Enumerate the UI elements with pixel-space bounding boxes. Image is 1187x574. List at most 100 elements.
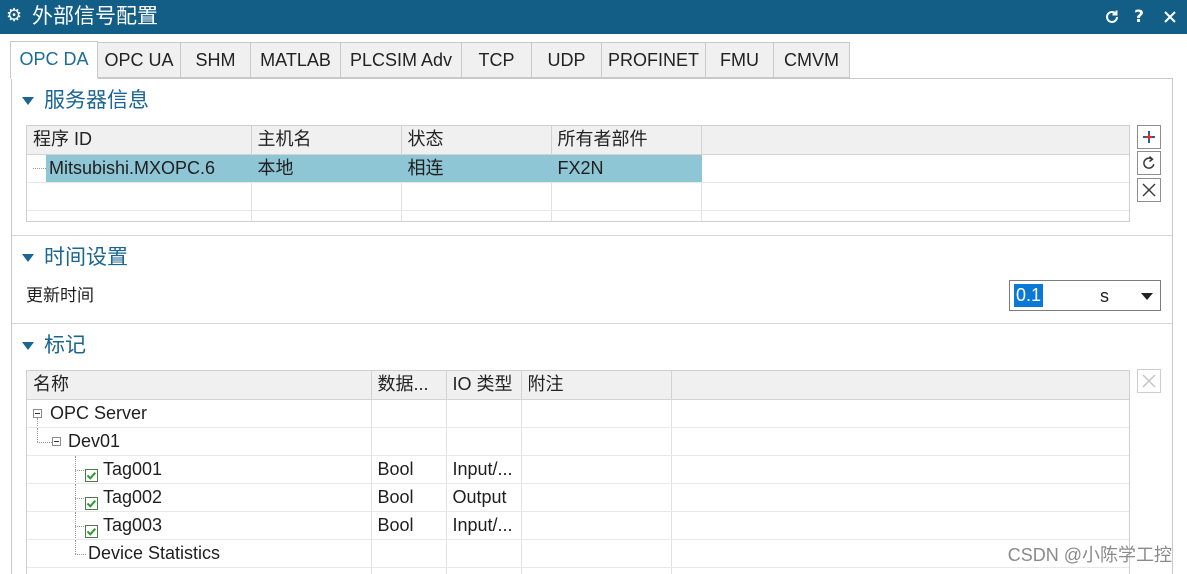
server-row[interactable]: Mitsubishi.MXOPC.6 本地 相连 FX2N <box>27 154 1129 183</box>
name-cell: Tag002 <box>27 483 372 512</box>
tree-connector <box>75 469 84 471</box>
filler-cell <box>701 154 1129 183</box>
tab-profinet[interactable]: PROFINET <box>602 42 706 78</box>
tree-connector <box>37 427 38 442</box>
node-label: Tag001 <box>103 458 163 479</box>
title-bar: ⚙ 外部信号配置 ? <box>0 0 1187 34</box>
tag-row[interactable]: Tag003 Bool Input/... <box>27 511 1129 540</box>
add-server-icon <box>1141 129 1157 145</box>
name-cell: Tag001 <box>27 455 372 484</box>
host-cell: 本地 <box>251 154 402 183</box>
tag-row[interactable]: Tag002 Bool Output <box>27 483 1129 512</box>
section-title: 时间设置 <box>44 246 128 269</box>
data-type-cell: Bool <box>371 455 447 484</box>
column-header-data-type[interactable]: 数据... <box>371 371 447 400</box>
tab-udp[interactable]: UDP <box>532 42 602 78</box>
table-header-row: 名称 数据... IO 类型 附注 <box>27 371 1129 400</box>
empty-row <box>27 210 1129 221</box>
section-title: 服务器信息 <box>44 89 149 112</box>
collapse-triangle-icon <box>22 254 34 262</box>
node-label: Device Statistics <box>88 542 221 563</box>
column-header-name[interactable]: 名称 <box>27 371 372 400</box>
tab-shm[interactable]: SHM <box>181 42 251 78</box>
column-header-comment[interactable]: 附注 <box>521 371 672 400</box>
delete-icon <box>1141 182 1157 198</box>
column-header-host[interactable]: 主机名 <box>251 126 402 155</box>
collapse-toggle-icon[interactable] <box>33 408 42 418</box>
close-icon[interactable] <box>1160 7 1180 27</box>
tag-checkbox[interactable] <box>85 463 98 482</box>
gear-icon[interactable]: ⚙ <box>6 4 22 28</box>
status-cell: 相连 <box>401 154 552 183</box>
chevron-down-icon[interactable] <box>1141 293 1153 300</box>
data-type-cell: Bool <box>371 511 447 540</box>
delete-tag-button[interactable] <box>1137 369 1161 393</box>
refresh-server-button[interactable] <box>1137 151 1161 175</box>
program-id-value: Mitsubishi.MXOPC.6 <box>46 154 250 181</box>
name-cell: OPC Server <box>27 399 372 428</box>
node-label: Tag003 <box>103 514 163 535</box>
tab-tcp[interactable]: TCP <box>462 42 532 78</box>
update-time-dropdown[interactable]: 0.1 s <box>1009 280 1161 311</box>
data-type-cell: Bool <box>371 483 447 512</box>
node-label: OPC Server <box>50 402 148 423</box>
tree-node-device-statistics[interactable]: Device Statistics <box>27 539 1129 568</box>
update-time-value[interactable]: 0.1 <box>1014 284 1044 307</box>
section-divider <box>12 235 1172 236</box>
tree-node-opc-server[interactable]: OPC Server <box>27 399 1129 428</box>
column-header-owner[interactable]: 所有者部件 <box>551 126 702 155</box>
collapse-toggle-icon[interactable] <box>52 436 61 446</box>
refresh-icon <box>1141 155 1157 171</box>
column-header-status[interactable]: 状态 <box>401 126 552 155</box>
program-id-cell: Mitsubishi.MXOPC.6 <box>27 154 252 183</box>
collapse-triangle-icon <box>22 342 34 350</box>
tab-matlab[interactable]: MATLAB <box>251 42 341 78</box>
io-type-cell: Input/... <box>446 511 522 540</box>
collapse-triangle-icon <box>22 97 34 105</box>
delete-icon <box>1141 373 1157 389</box>
refresh-icon[interactable] <box>1102 7 1122 27</box>
tag-checkbox[interactable] <box>85 491 98 510</box>
empty-row <box>27 182 1129 211</box>
update-time-unit: s <box>1100 286 1109 306</box>
tag-checkbox[interactable] <box>85 519 98 538</box>
watermark: CSDN @小陈学工控 <box>1007 545 1172 565</box>
tree-node-dev01[interactable]: Dev01 <box>27 427 1129 456</box>
tab-opc-ua[interactable]: OPC UA <box>98 42 181 78</box>
server-info-section-header[interactable]: 服务器信息 <box>18 88 238 114</box>
node-label: Dev01 <box>68 430 121 451</box>
node-label: Tag002 <box>103 486 163 507</box>
tags-section-header[interactable]: 标记 <box>18 333 238 359</box>
window-title: 外部信号配置 <box>32 5 158 28</box>
tab-opc-da[interactable]: OPC DA <box>10 41 98 79</box>
section-title: 标记 <box>44 334 86 357</box>
tab-fmu[interactable]: FMU <box>706 42 774 78</box>
comment-cell <box>521 511 672 540</box>
delete-server-button[interactable] <box>1137 178 1161 202</box>
tags-table: 名称 数据... IO 类型 附注 OPC Server Dev01 Tag00… <box>26 370 1130 574</box>
column-header-program-id[interactable]: 程序 ID <box>27 126 252 155</box>
tree-connector <box>37 441 52 443</box>
add-server-button[interactable] <box>1137 125 1161 149</box>
tag-row[interactable]: Tag001 Bool Input/... <box>27 455 1129 484</box>
column-header-filler <box>701 126 1129 155</box>
tree-connector <box>33 167 46 169</box>
tree-connector <box>37 417 38 426</box>
tab-cmvm[interactable]: CMVM <box>774 42 850 78</box>
io-type-cell: Output <box>446 483 522 512</box>
tree-connector <box>75 553 86 555</box>
update-time-label: 更新时间 <box>26 286 94 305</box>
comment-cell <box>521 455 672 484</box>
comment-cell <box>521 483 672 512</box>
tree-connector <box>75 497 84 499</box>
table-header-row: 程序 ID 主机名 状态 所有者部件 <box>27 126 1129 155</box>
tab-plcsim-adv[interactable]: PLCSIM Adv <box>341 42 462 78</box>
server-table: 程序 ID 主机名 状态 所有者部件 Mitsubishi.MXOPC.6 本地… <box>26 125 1130 222</box>
name-cell: Dev01 <box>27 427 372 456</box>
column-header-io-type[interactable]: IO 类型 <box>446 371 522 400</box>
time-settings-section-header[interactable]: 时间设置 <box>18 245 238 271</box>
help-button[interactable]: ? <box>1129 7 1149 27</box>
name-cell: Tag003 <box>27 511 372 540</box>
owner-cell: FX2N <box>551 154 702 183</box>
io-type-cell: Input/... <box>446 455 522 484</box>
